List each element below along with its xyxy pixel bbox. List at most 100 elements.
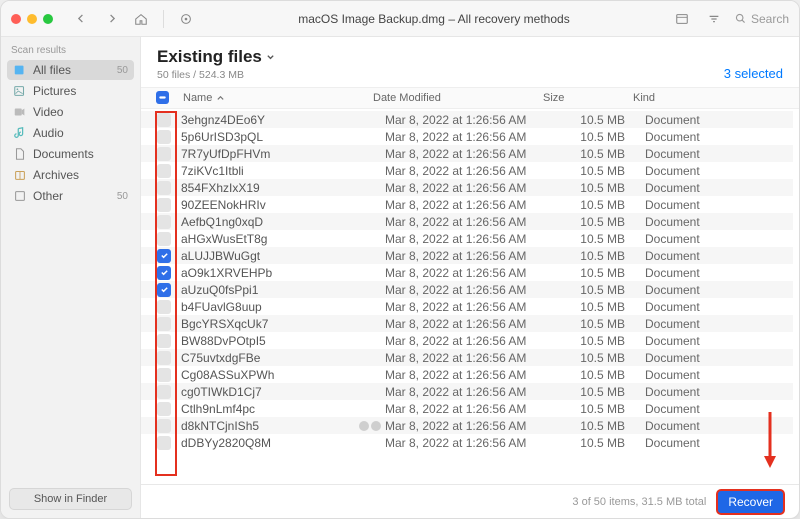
- file-date: Mar 8, 2022 at 1:26:56 AM: [385, 249, 555, 263]
- row-checkbox[interactable]: [157, 147, 171, 161]
- select-all-checkbox[interactable]: [156, 91, 169, 104]
- row-checkbox[interactable]: [157, 215, 171, 229]
- file-name: dDBYy2820Q8M: [181, 436, 357, 450]
- file-name: 7ziKVc1Itbli: [181, 164, 357, 178]
- selection-count[interactable]: 3 selected: [724, 66, 783, 81]
- file-row[interactable]: 854FXhzIxX19Mar 8, 2022 at 1:26:56 AM10.…: [141, 179, 793, 196]
- back-button[interactable]: [69, 8, 93, 30]
- forward-button[interactable]: [99, 8, 123, 30]
- row-checkbox[interactable]: [157, 198, 171, 212]
- file-row[interactable]: BgcYRSXqcUk7Mar 8, 2022 at 1:26:56 AM10.…: [141, 315, 793, 332]
- row-checkbox[interactable]: [157, 334, 171, 348]
- file-row[interactable]: Cg08ASSuXPWhMar 8, 2022 at 1:26:56 AM10.…: [141, 366, 793, 383]
- row-checkbox[interactable]: [157, 317, 171, 331]
- files-icon: [13, 63, 27, 77]
- row-checkbox[interactable]: [157, 402, 171, 416]
- file-row[interactable]: d8kNTCjnISh5Mar 8, 2022 at 1:26:56 AM10.…: [141, 417, 793, 434]
- main-pane: Existing files 50 files / 524.3 MB 3 sel…: [141, 37, 799, 518]
- file-size: 10.5 MB: [555, 198, 645, 212]
- pane-title[interactable]: Existing files: [157, 47, 275, 67]
- file-date: Mar 8, 2022 at 1:26:56 AM: [385, 181, 555, 195]
- row-checkbox[interactable]: [157, 368, 171, 382]
- file-row[interactable]: C75uvtxdgFBeMar 8, 2022 at 1:26:56 AM10.…: [141, 349, 793, 366]
- file-row[interactable]: aO9k1XRVEHPbMar 8, 2022 at 1:26:56 AM10.…: [141, 264, 793, 281]
- col-date[interactable]: Date Modified: [373, 92, 543, 104]
- filter-button[interactable]: [702, 8, 726, 30]
- file-row[interactable]: Ctlh9nLmf4pcMar 8, 2022 at 1:26:56 AM10.…: [141, 400, 793, 417]
- file-row[interactable]: 7ziKVc1ItbliMar 8, 2022 at 1:26:56 AM10.…: [141, 162, 793, 179]
- footer: 3 of 50 items, 31.5 MB total Recover: [141, 484, 799, 518]
- picture-icon: [13, 84, 27, 98]
- file-date: Mar 8, 2022 at 1:26:56 AM: [385, 232, 555, 246]
- col-size[interactable]: Size: [543, 92, 633, 104]
- row-checkbox[interactable]: [157, 351, 171, 365]
- row-checkbox[interactable]: [157, 232, 171, 246]
- file-size: 10.5 MB: [555, 232, 645, 246]
- file-kind: Document: [645, 232, 783, 246]
- file-name: b4FUavlG8uup: [181, 300, 357, 314]
- row-checkbox[interactable]: [157, 419, 171, 433]
- file-row[interactable]: 90ZEENokHRIvMar 8, 2022 at 1:26:56 AM10.…: [141, 196, 793, 213]
- row-checkbox[interactable]: [157, 113, 171, 127]
- file-row[interactable]: 5p6UrISD3pQLMar 8, 2022 at 1:26:56 AM10.…: [141, 128, 793, 145]
- sidebar-item-archives[interactable]: Archives: [7, 165, 134, 185]
- sidebar-item-other[interactable]: Other50: [7, 186, 134, 206]
- sidebar-item-label: Other: [33, 189, 63, 203]
- row-checkbox[interactable]: [157, 164, 171, 178]
- sidebar-item-all-files[interactable]: All files50: [7, 60, 134, 80]
- status-badge-icon: [371, 421, 381, 431]
- audio-icon: [13, 126, 27, 140]
- row-checkbox[interactable]: [157, 130, 171, 144]
- file-row[interactable]: b4FUavlG8uupMar 8, 2022 at 1:26:56 AM10.…: [141, 298, 793, 315]
- sidebar-item-pictures[interactable]: Pictures: [7, 81, 134, 101]
- row-checkbox[interactable]: [157, 300, 171, 314]
- file-row[interactable]: aLUJJBWuGgtMar 8, 2022 at 1:26:56 AM10.5…: [141, 247, 793, 264]
- file-date: Mar 8, 2022 at 1:26:56 AM: [385, 351, 555, 365]
- recover-button[interactable]: Recover: [716, 489, 785, 515]
- file-row[interactable]: aUzuQ0fsPpi1Mar 8, 2022 at 1:26:56 AM10.…: [141, 281, 793, 298]
- file-list[interactable]: 3ehgnz4DEo6YMar 8, 2022 at 1:26:56 AM10.…: [141, 109, 799, 484]
- row-checkbox[interactable]: [157, 385, 171, 399]
- titlebar: macOS Image Backup.dmg – All recovery me…: [1, 1, 799, 37]
- search-field[interactable]: Search: [734, 12, 789, 26]
- file-row[interactable]: dDBYy2820Q8MMar 8, 2022 at 1:26:56 AM10.…: [141, 434, 793, 451]
- sidebar-item-label: Documents: [33, 147, 94, 161]
- file-date: Mar 8, 2022 at 1:26:56 AM: [385, 317, 555, 331]
- col-name[interactable]: Name: [183, 92, 373, 104]
- file-size: 10.5 MB: [555, 334, 645, 348]
- row-checkbox[interactable]: [157, 181, 171, 195]
- sidebar-item-video[interactable]: Video: [7, 102, 134, 122]
- row-checkbox[interactable]: [157, 266, 171, 280]
- row-checkbox[interactable]: [157, 436, 171, 450]
- file-row[interactable]: BW88DvPOtpI5Mar 8, 2022 at 1:26:56 AM10.…: [141, 332, 793, 349]
- file-row[interactable]: 3ehgnz4DEo6YMar 8, 2022 at 1:26:56 AM10.…: [141, 111, 793, 128]
- minimize-window-button[interactable]: [27, 14, 37, 24]
- close-window-button[interactable]: [11, 14, 21, 24]
- file-row[interactable]: 7R7yUfDpFHVmMar 8, 2022 at 1:26:56 AM10.…: [141, 145, 793, 162]
- file-date: Mar 8, 2022 at 1:26:56 AM: [385, 147, 555, 161]
- show-in-finder-button[interactable]: Show in Finder: [9, 488, 132, 510]
- file-size: 10.5 MB: [555, 419, 645, 433]
- row-checkbox[interactable]: [157, 283, 171, 297]
- scan-button[interactable]: [174, 8, 198, 30]
- zoom-window-button[interactable]: [43, 14, 53, 24]
- file-kind: Document: [645, 130, 783, 144]
- sidebar-item-label: Video: [33, 105, 63, 119]
- file-name: aHGxWusEtT8g: [181, 232, 357, 246]
- sidebar-item-audio[interactable]: Audio: [7, 123, 134, 143]
- view-mode-button[interactable]: [670, 8, 694, 30]
- file-row[interactable]: AefbQ1ng0xqDMar 8, 2022 at 1:26:56 AM10.…: [141, 213, 793, 230]
- sidebar-item-documents[interactable]: Documents: [7, 144, 134, 164]
- col-kind[interactable]: Kind: [633, 92, 783, 104]
- column-header: Name Date Modified Size Kind: [141, 87, 799, 109]
- file-name: cg0TIWkD1Cj7: [181, 385, 357, 399]
- file-row[interactable]: cg0TIWkD1Cj7Mar 8, 2022 at 1:26:56 AM10.…: [141, 383, 793, 400]
- file-name: aLUJJBWuGgt: [181, 249, 357, 263]
- file-name: aO9k1XRVEHPb: [181, 266, 357, 280]
- home-button[interactable]: [129, 8, 153, 30]
- file-kind: Document: [645, 436, 783, 450]
- file-row[interactable]: aHGxWusEtT8g Mar 8, 2022 at 1:26:56 AM10.…: [141, 230, 793, 247]
- row-checkbox[interactable]: [157, 249, 171, 263]
- file-kind: Document: [645, 113, 783, 127]
- sidebar-item-label: Audio: [33, 126, 64, 140]
